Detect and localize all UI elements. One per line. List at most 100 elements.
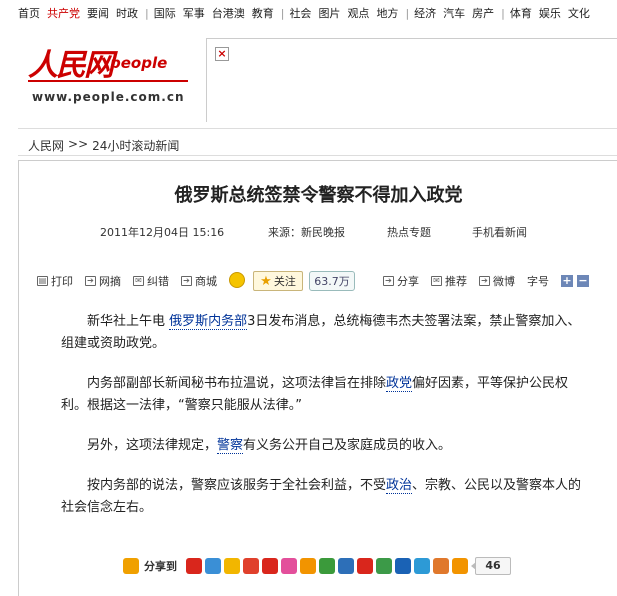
breadcrumb: 人民网 >> 24小时滚动新闻 (28, 137, 179, 154)
people-logo[interactable]: 人民网 people www.people.com.cn (28, 40, 193, 110)
hot-topics-link[interactable]: 热点专题 (387, 224, 431, 240)
nav-item[interactable]: 娱乐 (539, 5, 561, 21)
font-decrease-button[interactable]: − (577, 275, 589, 287)
paragraph-text: 有义务公开自己及家庭成员的收入。 (243, 438, 452, 453)
weibo-button[interactable]: ➔ 微博 (479, 273, 515, 289)
nav-item[interactable]: 台港澳 (212, 5, 245, 21)
shop-icon: ➔ (181, 276, 192, 286)
mall-label: 商城 (195, 275, 217, 288)
font-size-label: 字号 (527, 275, 549, 288)
nav-item[interactable]: 社会 (289, 5, 311, 21)
nav-item[interactable]: 经济 (414, 5, 436, 21)
share-service-icon[interactable] (414, 558, 430, 574)
logo-url: www.people.com.cn (32, 90, 185, 104)
share-service-icon[interactable] (186, 558, 202, 574)
ad-banner[interactable]: × (206, 38, 617, 122)
logo-cn-text: 人民网 (28, 48, 114, 83)
nav-item[interactable]: 时政 (116, 5, 138, 21)
breadcrumb-divider (18, 155, 617, 156)
font-increase-button[interactable]: + (561, 275, 573, 287)
share-service-icon[interactable] (300, 558, 316, 574)
nav-item[interactable]: 文化 (568, 5, 590, 21)
share-service-icon[interactable] (319, 558, 335, 574)
report-error-label: 纠错 (147, 275, 169, 288)
share-service-icon[interactable] (338, 558, 354, 574)
mail-icon: ✉ (133, 276, 144, 286)
print-button[interactable]: ▤ 打印 (37, 273, 73, 289)
keyword-link[interactable]: 警察 (217, 438, 244, 454)
follow-label: 关注 (273, 275, 296, 288)
nav-item[interactable]: 首页 (18, 5, 40, 21)
share-icon: ➔ (383, 276, 394, 286)
breadcrumb-section-link[interactable]: 24小时滚动新闻 (92, 137, 179, 154)
nav-item[interactable]: 共产党 (47, 5, 80, 21)
nav-item[interactable]: 要闻 (87, 5, 109, 21)
nav-item[interactable]: 教育 (252, 5, 274, 21)
share-service-icon[interactable] (205, 558, 221, 574)
share-service-icon[interactable] (376, 558, 392, 574)
nav-item[interactable]: 汽车 (443, 5, 465, 21)
print-label: 打印 (51, 275, 73, 288)
share-service-icon[interactable] (357, 558, 373, 574)
recommend-button[interactable]: ✉ 推荐 (431, 273, 467, 289)
nav-item[interactable]: 地方 (376, 5, 398, 21)
emoticon-icon[interactable] (229, 272, 245, 288)
nav-item[interactable]: 图片 (318, 5, 340, 21)
follower-count-badge: 63.7万 (309, 271, 355, 291)
keyword-link[interactable]: 俄罗斯内务部 (169, 314, 248, 330)
nav-separator: | (145, 6, 149, 20)
nav-separator: | (405, 6, 410, 20)
follow-button[interactable]: ★ 关注 (253, 271, 303, 291)
article-source: 来源：新民晚报 (268, 226, 345, 239)
share-service-icon[interactable] (433, 558, 449, 574)
recommend-label: 推荐 (445, 275, 467, 288)
paragraph-text: 按内务部的说法，警察应该服务于全社会利益，不受 (87, 478, 387, 493)
nav-item[interactable]: 国际 (154, 5, 176, 21)
article-title: 俄罗斯总统签禁令警察不得加入政党 (174, 185, 463, 206)
broken-image-icon: × (215, 47, 229, 61)
printer-icon: ▤ (37, 276, 48, 286)
keyword-link[interactable]: 政治 (386, 478, 413, 494)
nav-separator: | (501, 6, 505, 20)
logo-en-text: people (110, 54, 168, 72)
paragraph-text: 新华社上午电 (87, 314, 170, 329)
article-paragraph: 另外，这项法律规定，警察有义务公开自己及家庭成员的收入。 (61, 435, 591, 457)
weibo-label: 微博 (493, 275, 515, 288)
paragraph-text: 内务部副部长新闻秘书布拉温说，这项法律旨在排除 (87, 376, 387, 391)
bookmark-button[interactable]: ➔ 网摘 (85, 273, 121, 289)
nav-item[interactable]: 体育 (510, 5, 532, 21)
share-service-icon[interactable] (281, 558, 297, 574)
share-service-icon[interactable] (452, 558, 468, 574)
header-divider (18, 128, 617, 129)
article-card: 俄罗斯总统签禁令警察不得加入政党 2011年12月04日 15:16 来源：新民… (18, 160, 617, 596)
keyword-link[interactable]: 政党 (386, 376, 413, 392)
weibo-icon: ➔ (479, 276, 490, 286)
article-paragraph: 新华社上午电 俄罗斯内务部3日发布消息，总统梅德韦杰夫签署法案，禁止警察加入、组… (61, 311, 591, 355)
share-count-badge: 46 (471, 557, 511, 575)
article-toolbar: ▤ 打印 ➔ 网摘 ✉ 纠错 ➔ 商城 ★ 关注 63.7万 ➔ 分享 ✉ 推荐 (19, 265, 617, 295)
article-date: 2011年12月04日 15:16 (100, 226, 225, 239)
recommend-icon: ✉ (431, 276, 442, 286)
bookmark-label: 网摘 (99, 275, 121, 288)
share-label: 分享 (397, 275, 419, 288)
share-service-icon[interactable] (243, 558, 259, 574)
breadcrumb-home-link[interactable]: 人民网 (28, 137, 64, 154)
share-logo-icon (123, 558, 139, 574)
report-error-button[interactable]: ✉ 纠错 (133, 273, 169, 289)
paragraph-text: 另外，这项法律规定， (87, 438, 218, 453)
article-body: 新华社上午电 俄罗斯内务部3日发布消息，总统梅德韦杰夫签署法案，禁止警察加入、组… (61, 311, 591, 537)
logo-underline (28, 80, 188, 84)
share-to-label: 分享到 (144, 560, 177, 573)
share-service-icon[interactable] (395, 558, 411, 574)
site-header: 人民网 people www.people.com.cn × (0, 26, 617, 130)
share-button[interactable]: ➔ 分享 (383, 273, 419, 289)
nav-item[interactable]: 房产 (472, 5, 494, 21)
share-service-icon[interactable] (262, 558, 278, 574)
nav-item[interactable]: 军事 (183, 5, 205, 21)
breadcrumb-separator: >> (68, 137, 89, 151)
nav-item[interactable]: 观点 (347, 5, 369, 21)
share-service-icon[interactable] (224, 558, 240, 574)
article-paragraph: 内务部副部长新闻秘书布拉温说，这项法律旨在排除政党偏好因素，平等保护公民权利。根… (61, 373, 591, 417)
mobile-news-link[interactable]: 手机看新闻 (472, 224, 527, 240)
mall-button[interactable]: ➔ 商城 (181, 273, 217, 289)
